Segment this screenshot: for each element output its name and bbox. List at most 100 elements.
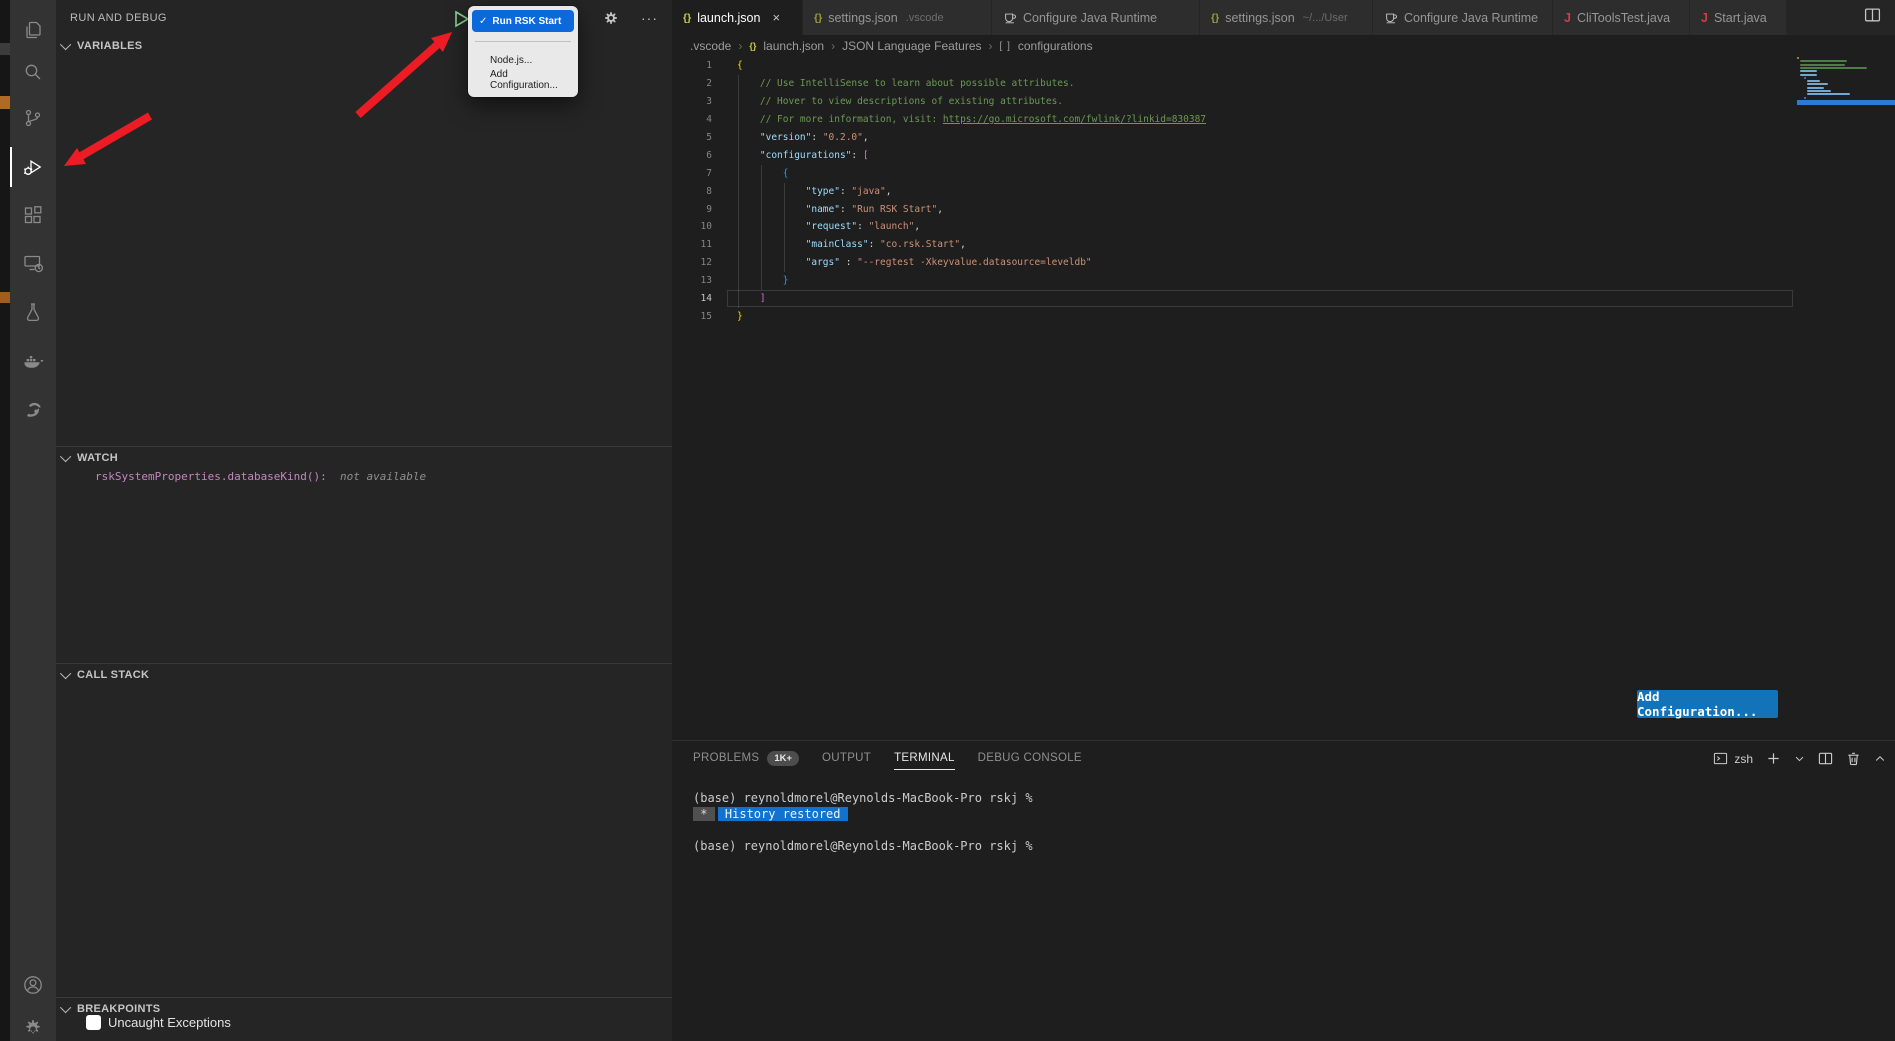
code-line-8[interactable]: 8 "type": "java", [672,182,1895,200]
tab-start-java[interactable]: JStart.java [1690,0,1787,35]
menu-item-nodejs[interactable]: Node.js... [490,52,574,68]
tab-clitoolstest-java[interactable]: JCliToolsTest.java [1553,0,1690,35]
tab-settings-json[interactable]: {}settings.json~/.../User [1200,0,1373,35]
watch-expression-row[interactable]: rskSystemProperties.databaseKind(): not … [95,470,426,483]
line-number: 5 [672,132,712,143]
menu-item-add-configuration[interactable]: Add Configuration... [490,72,574,88]
split-editor-icon[interactable] [1864,7,1881,29]
line-number: 1 [672,60,712,71]
java-runtime-cup-icon [1384,11,1398,25]
extensions-icon[interactable] [10,193,56,237]
run-and-debug-icon[interactable] [10,145,56,189]
code-line-14[interactable]: 14 ] [672,290,1895,308]
panel-tab-debug-console[interactable]: DEBUG CONSOLE [978,748,1082,769]
section-call-stack[interactable]: CALL STACK [56,663,672,686]
code-line-4[interactable]: 4 // For more information, visit: https:… [672,111,1895,129]
kill-terminal-trash-icon[interactable] [1846,751,1861,766]
problems-count-badge: 1K+ [767,751,799,766]
minimap-line [1804,97,1806,99]
menu-separator [475,41,571,42]
line-content: // Use IntelliSense to learn about possi… [737,78,1074,89]
code-line-2[interactable]: 2 // Use IntelliSense to learn about pos… [672,75,1895,93]
code-line-7[interactable]: 7 { [672,164,1895,182]
tab-label: settings.json [1225,11,1294,25]
tab-configure-java-runtime[interactable]: Configure Java Runtime [992,0,1200,35]
breadcrumb-item[interactable]: launch.json [763,39,824,53]
split-terminal-icon[interactable] [1818,751,1833,766]
add-configuration-button[interactable]: Add Configuration... [1637,690,1778,718]
close-tab-icon[interactable]: × [772,10,780,25]
tab-launch-json[interactable]: {}launch.json× [672,0,803,35]
tab-configure-java-runtime[interactable]: Configure Java Runtime [1373,0,1553,35]
line-content: "configurations": [ [737,150,869,161]
line-number: 3 [672,96,712,107]
panel-tab-output[interactable]: OUTPUT [822,748,871,769]
menu-selected-label: Run RSK Start [492,16,561,27]
remote-explorer-icon[interactable] [10,241,56,285]
code-line-13[interactable]: 13 } [672,272,1895,290]
breakpoint-label: Uncaught Exceptions [108,1015,231,1030]
shell-selector[interactable]: zsh [1713,751,1753,766]
terminal-icon [1713,751,1728,766]
breadcrumb-item[interactable]: JSON Language Features [842,39,981,53]
line-content: } [737,311,743,322]
breadcrumb-item[interactable]: configurations [1018,39,1093,53]
new-terminal-icon[interactable] [1766,751,1781,766]
editor-group: {}launch.json×{}settings.json.vscodeConf… [672,0,1895,1041]
settings-gear-icon[interactable] [10,1006,56,1041]
minimap-line [1807,93,1850,95]
code-line-6[interactable]: 6 "configurations": [ [672,146,1895,164]
source-control-icon[interactable] [10,96,56,140]
minimap-line [1797,57,1799,59]
line-number: 9 [672,204,712,215]
minimap-line [1800,60,1847,62]
code-line-10[interactable]: 10 "request": "launch", [672,218,1895,236]
menu-item-run-rsk-start[interactable]: ✓ Run RSK Start [472,10,574,32]
testing-icon[interactable] [10,290,56,334]
search-icon[interactable] [10,50,56,94]
minimap-line [1800,74,1816,76]
panel-tab-problems[interactable]: PROBLEMS1K+ [693,747,799,771]
code-line-11[interactable]: 11 "mainClass": "co.rsk.Start", [672,236,1895,254]
uncaught-exceptions-checkbox[interactable] [86,1015,101,1030]
breadcrumb-separator: › [989,39,993,53]
more-actions-icon[interactable]: ··· [641,13,658,23]
line-content: { [737,60,743,71]
watch-value: not available [333,470,426,483]
breadcrumb-item[interactable]: .vscode [690,39,731,53]
code-editor[interactable]: 1{2 // Use IntelliSense to learn about p… [672,57,1895,740]
explorer-icon[interactable] [10,8,56,52]
panel-tab-bar: PROBLEMS1K+ OUTPUT TERMINAL DEBUG CONSOLE [693,741,1082,776]
maximize-panel-chevron-icon[interactable] [1874,753,1886,765]
code-line-12[interactable]: 12 "args" : "--regtest -Xkeyvalue.dataso… [672,254,1895,272]
tab-settings-json[interactable]: {}settings.json.vscode [803,0,992,35]
section-title: WATCH [77,452,118,464]
debug-settings-gear-icon[interactable] [603,10,619,26]
code-line-15[interactable]: 15} [672,307,1895,325]
terminal-output[interactable]: (base) reynoldmorel@Reynolds-MacBook-Pro… [693,790,1875,854]
minimap-line [1807,90,1831,92]
accounts-icon[interactable] [10,963,56,1007]
line-content: "name": "Run RSK Start", [737,204,943,215]
docker-icon[interactable] [10,338,56,382]
section-watch[interactable]: WATCH [56,446,672,469]
gradle-icon[interactable] [10,388,56,432]
chevron-down-icon [60,1002,71,1013]
terminal-history-restored-line: * History restored [693,806,1875,822]
line-number: 13 [672,275,712,286]
chevron-down-icon [60,39,71,50]
section-variables[interactable]: VARIABLES [56,35,672,57]
panel-tab-terminal[interactable]: TERMINAL [894,748,955,770]
terminal-dropdown-chevron-icon[interactable] [1794,753,1805,764]
breadcrumb-separator: › [831,39,835,53]
minimap-line [1804,77,1806,79]
minimap[interactable] [1797,57,1890,187]
code-line-9[interactable]: 9 "name": "Run RSK Start", [672,200,1895,218]
code-line-1[interactable]: 1{ [672,57,1895,75]
current-line-highlight [727,290,1793,308]
tab-label: launch.json [697,11,760,25]
line-number: 2 [672,78,712,89]
debug-config-dropdown-menu: ✓ Run RSK Start Node.js... Add Configura… [468,6,578,97]
code-line-5[interactable]: 5 "version": "0.2.0", [672,129,1895,147]
code-line-3[interactable]: 3 // Hover to view descriptions of exist… [672,93,1895,111]
